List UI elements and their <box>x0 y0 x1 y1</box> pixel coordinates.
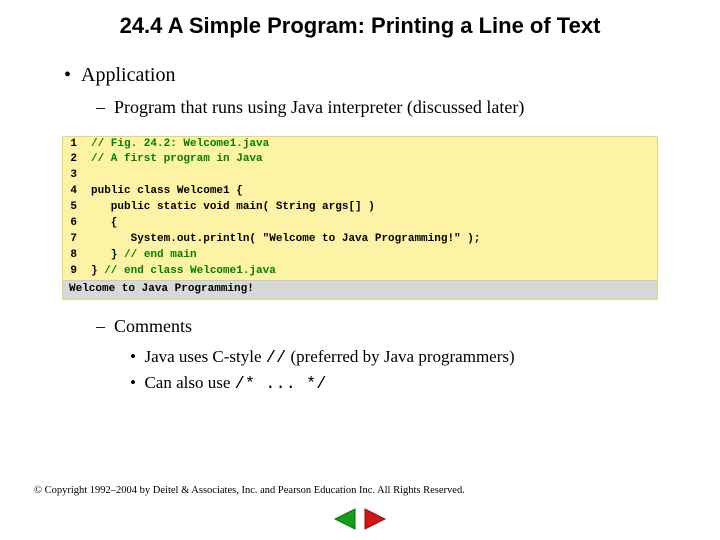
code-comment: // end class Welcome1.java <box>104 265 276 277</box>
sub-bullet-description-text: Program that runs using Java interpreter… <box>114 97 524 117</box>
code-line: 6 { <box>63 216 657 232</box>
slide-title: 24.4 A Simple Program: Printing a Line o… <box>64 12 656 40</box>
code-line: 9} // end class Welcome1.java <box>63 264 657 280</box>
program-output: Welcome to Java Programming! <box>63 280 657 299</box>
code-comment: // A first program in Java <box>91 152 263 168</box>
sub-bullet-comments-text: Comments <box>114 316 192 336</box>
line-number: 5 <box>63 200 91 216</box>
code-comment: // Fig. 24.2: Welcome1.java <box>91 137 269 153</box>
line-number: 4 <box>63 184 91 200</box>
sub-sub-1-mono: // <box>266 349 286 368</box>
code-text: public static void main( String args[] ) <box>91 200 375 216</box>
sub-sub-2-mono: /* ... */ <box>235 375 327 394</box>
sub-sub-1a: Java uses C-style <box>144 347 265 366</box>
code-comment: // end main <box>124 249 197 261</box>
triangle-left-icon <box>331 507 359 531</box>
triangle-right-icon <box>361 507 389 531</box>
line-number: 1 <box>63 137 91 153</box>
sub-sub-bullet-1: • Java uses C-style // (preferred by Jav… <box>130 345 686 371</box>
line-number: 9 <box>63 264 91 280</box>
code-text: } // end main <box>91 248 197 264</box>
line-number: 3 <box>63 168 91 184</box>
code-plain: } <box>91 249 124 261</box>
line-number: 6 <box>63 216 91 232</box>
code-line: 5 public static void main( String args[]… <box>63 200 657 216</box>
code-plain: } <box>91 265 104 277</box>
sub-sub-1b: (preferred by Java programmers) <box>286 347 514 366</box>
code-line: 3 <box>63 168 657 184</box>
sub-sub-2a: Can also use <box>144 373 234 392</box>
line-number: 7 <box>63 232 91 248</box>
code-block: 1// Fig. 24.2: Welcome1.java 2// A first… <box>62 136 658 300</box>
line-number: 8 <box>63 248 91 264</box>
nav-controls <box>330 506 390 532</box>
code-line: 8 } // end main <box>63 248 657 264</box>
bullet-application-text: Application <box>81 64 175 86</box>
copyright-notice: © Copyright 1992–2004 by Deitel & Associ… <box>34 485 465 496</box>
code-text: { <box>91 216 117 232</box>
bullet-application: • Application <box>64 64 686 87</box>
code-text: } // end class Welcome1.java <box>91 264 276 280</box>
code-text: public class Welcome1 { <box>91 184 243 200</box>
next-button[interactable] <box>360 506 390 532</box>
code-line: 1// Fig. 24.2: Welcome1.java <box>63 137 657 153</box>
line-number: 2 <box>63 152 91 168</box>
code-line: 4public class Welcome1 { <box>63 184 657 200</box>
code-line: 2// A first program in Java <box>63 152 657 168</box>
sub-bullet-description: – Program that runs using Java interpret… <box>96 97 686 118</box>
code-line: 7 System.out.println( "Welcome to Java P… <box>63 232 657 248</box>
prev-button[interactable] <box>330 506 360 532</box>
sub-bullet-comments: – Comments <box>96 316 686 337</box>
sub-sub-bullet-2: • Can also use /* ... */ <box>130 371 686 397</box>
code-text: System.out.println( "Welcome to Java Pro… <box>91 232 480 248</box>
